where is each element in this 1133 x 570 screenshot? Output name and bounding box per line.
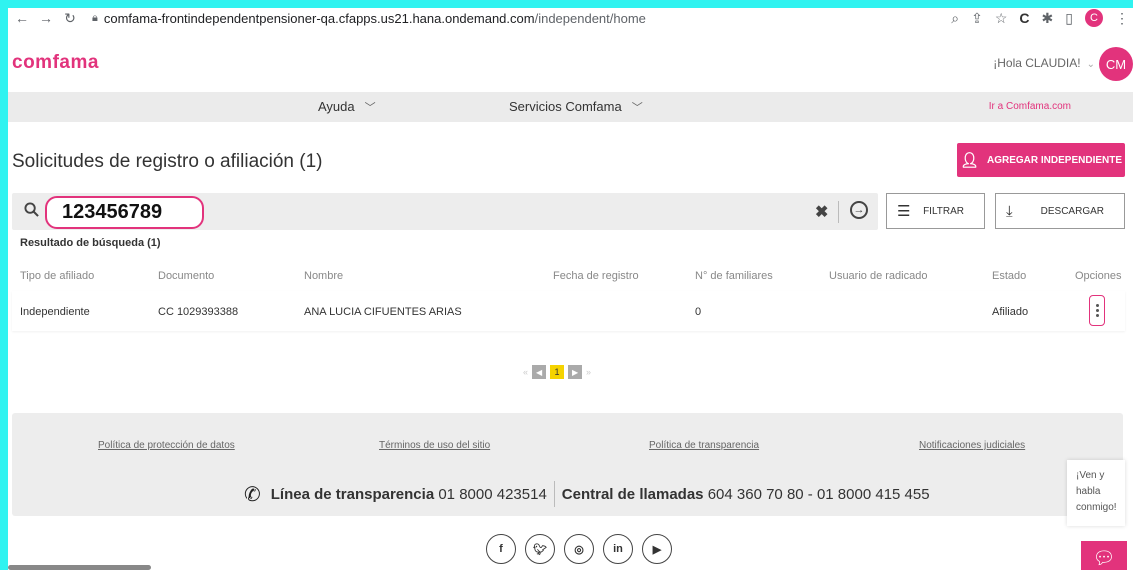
menu-servicios-label: Servicios Comfama (509, 99, 622, 114)
cell-familiares: 0 (695, 306, 702, 318)
clear-icon[interactable]: ✖ (815, 202, 828, 222)
cell-tipo: Independiente (20, 306, 90, 318)
menu-servicios[interactable]: Servicios Comfama ﹀ (509, 99, 643, 115)
footer-link-transparency[interactable]: Política de transparencia (649, 440, 759, 451)
greeting-text: ¡Hola CLAUDIA! (993, 56, 1081, 70)
address-bar[interactable]: comfama-frontindependentpensioner-qa.cfa… (104, 11, 646, 26)
search-input[interactable]: 123456789 (45, 196, 204, 229)
col-header-nombre: Nombre (304, 270, 344, 282)
user-icon: 👤︎ (959, 152, 980, 169)
profile-avatar[interactable]: C (1085, 9, 1103, 27)
download-icon: ⤓ (1006, 202, 1013, 220)
chat-line-2: habla (1076, 486, 1101, 497)
extension-c-icon[interactable]: C (1019, 10, 1029, 26)
current-page[interactable]: 1 (550, 365, 565, 379)
col-header-familiares: N° de familiares (695, 270, 773, 282)
search-result-count: Resultado de búsqueda (1) (20, 237, 161, 249)
cell-nombre: ANA LUCIA CIFUENTES ARIAS (304, 306, 462, 318)
app-frame: ← → ↻ 🔒︎ comfama-frontindependentpension… (8, 8, 1133, 570)
col-header-usuario: Usuario de radicado (829, 270, 928, 282)
next-page-icon[interactable]: ▶ (568, 365, 583, 379)
search-bar: 123456789 ✖ → (12, 193, 878, 230)
youtube-icon[interactable]: ▶ (642, 534, 672, 564)
url-path: /independent/home (534, 10, 646, 26)
col-header-documento: Documento (158, 270, 215, 282)
transparency-number: 01 8000 423514 (438, 485, 547, 503)
more-menu-icon[interactable]: ⋮ (1115, 10, 1129, 27)
twitter-icon[interactable]: 🐦︎ (525, 534, 555, 564)
zoom-icon[interactable]: ⌕ (951, 10, 959, 27)
add-button-label: AGREGAR INDEPENDIENTE (987, 154, 1123, 166)
menu-ayuda[interactable]: Ayuda ﹀ (318, 99, 376, 115)
lock-icon[interactable]: 🔒︎ (92, 12, 98, 25)
forward-icon[interactable]: → (34, 10, 58, 26)
reload-icon[interactable]: ↻ (58, 10, 82, 27)
filter-button[interactable]: ☰ FILTRAR (886, 193, 985, 229)
contact-divider (553, 481, 555, 507)
options-dot (1095, 304, 1099, 307)
options-dot (1095, 309, 1099, 312)
page-title: Solicitudes de registro o afiliación (1) (12, 151, 323, 172)
pagination: « ◀ 1 ▶ » (523, 365, 591, 379)
browser-actions: ⌕ ⇪ ☆ C ✱ ▯ C ⋮ (951, 8, 1129, 28)
sidepanel-icon[interactable]: ▯ (1065, 10, 1073, 27)
app-header: comfama ¡Hola CLAUDIA! ⌄ CM (8, 34, 1133, 92)
url-host: comfama-frontindependentpensioner-qa.cfa… (103, 10, 535, 26)
search-divider (838, 201, 839, 223)
cell-estado: Afiliado (992, 306, 1029, 318)
download-label: DESCARGAR (1040, 205, 1104, 217)
footer-link-notifications[interactable]: Notificaciones judiciales (919, 440, 1025, 451)
submit-arrow-icon[interactable]: → (850, 201, 868, 219)
last-page-icon[interactable]: » (586, 367, 591, 377)
main-menu: Ayuda ﹀ Servicios Comfama ﹀ Ir a Comfama.c… (8, 92, 1133, 122)
menu-ayuda-label: Ayuda (318, 99, 355, 114)
share-icon[interactable]: ⇪ (971, 10, 983, 27)
chat-prompt[interactable]: ¡Ven y habla conmigo! (1067, 460, 1125, 526)
callcenter-label: Central de llamadas (561, 485, 704, 503)
chevron-down-icon: ⌄ (1086, 59, 1095, 70)
social-links: f 🐦︎ ◎ in ▶ (486, 534, 672, 564)
col-header-tipo: Tipo de afiliado (20, 270, 95, 282)
transparency-label: Línea de transparencia (270, 485, 435, 503)
footer-link-privacy[interactable]: Política de protección de datos (98, 440, 235, 451)
chat-line-3: conmigo! (1076, 502, 1117, 513)
chat-icon[interactable]: 💬︎ (1081, 541, 1127, 570)
contact-lines: ✆ Línea de transparencia 01 8000 423514 … (244, 481, 930, 507)
download-button[interactable]: ⤓ DESCARGAR (995, 193, 1125, 229)
chevron-down-icon: ﹀ (631, 102, 643, 114)
first-page-icon[interactable]: « (523, 367, 528, 377)
user-greeting[interactable]: ¡Hola CLAUDIA! ⌄ (993, 56, 1095, 70)
footer: Política de protección de datos Términos… (12, 413, 1123, 516)
comfama-site-link[interactable]: Ir a Comfama.com (989, 101, 1071, 112)
bookmark-star-icon[interactable]: ☆ (995, 10, 1008, 27)
comfama-logo[interactable]: comfama (12, 52, 99, 74)
row-options-icon[interactable] (1089, 295, 1105, 326)
add-independent-button[interactable]: 👤︎ AGREGAR INDEPENDIENTE (957, 143, 1125, 177)
col-header-estado: Estado (992, 270, 1027, 282)
horizontal-scrollbar[interactable] (8, 565, 151, 570)
col-header-fecha: Fecha de registro (553, 270, 639, 282)
chevron-down-icon: ﹀ (364, 102, 376, 114)
facebook-icon[interactable]: f (486, 534, 516, 564)
cell-documento: CC 1029393388 (158, 306, 239, 318)
footer-link-terms[interactable]: Términos de uso del sitio (379, 440, 490, 451)
browser-toolbar: ← → ↻ 🔒︎ comfama-frontindependentpension… (8, 8, 1133, 28)
instagram-icon[interactable]: ◎ (564, 534, 594, 564)
callcenter-number: 604 360 70 80 - 01 8000 415 455 (707, 485, 930, 503)
back-icon[interactable]: ← (10, 10, 34, 26)
filter-label: FILTRAR (923, 205, 964, 217)
options-dot (1095, 314, 1099, 317)
chat-line-1: ¡Ven y (1076, 470, 1105, 481)
phone-icon: ✆ (244, 483, 261, 506)
col-header-opciones: Opciones (1075, 270, 1122, 282)
user-avatar[interactable]: CM (1099, 47, 1133, 81)
prev-page-icon[interactable]: ◀ (532, 365, 547, 379)
search-icon (24, 202, 39, 217)
linkedin-icon[interactable]: in (603, 534, 633, 564)
filter-sliders-icon: ☰ (897, 203, 911, 220)
extensions-puzzle-icon[interactable]: ✱ (1042, 10, 1054, 27)
